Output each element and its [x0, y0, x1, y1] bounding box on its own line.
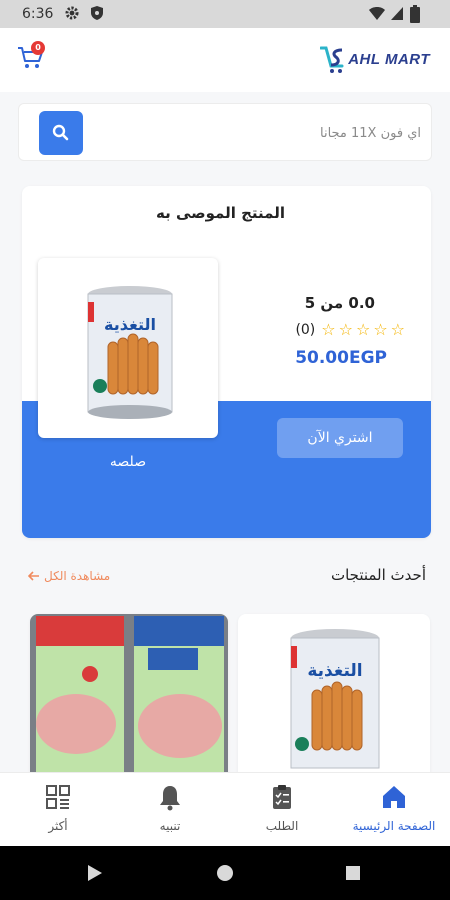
star-empty-icon: ☆ — [338, 320, 353, 339]
home-circle-icon[interactable] — [217, 865, 233, 881]
recents-icon[interactable] — [346, 866, 360, 880]
nav-notifications[interactable]: تنبيه — [114, 773, 226, 847]
buy-now-button[interactable]: اشتري الآن — [277, 418, 403, 458]
status-bar: 6:36 — [0, 0, 450, 28]
back-icon[interactable] — [88, 865, 102, 881]
search-input[interactable] — [101, 118, 421, 148]
star-empty-icon: ☆ — [355, 320, 371, 339]
review-count: (0) — [295, 322, 316, 338]
view-all-link[interactable]: مشاهدة الكل — [28, 569, 110, 583]
recommended-product-image[interactable]: التغذية — [38, 258, 218, 438]
star-empty-icon: ☆ — [390, 320, 405, 339]
arrow-left-icon — [28, 571, 39, 581]
bell-icon — [160, 786, 180, 811]
logo-cart-icon — [320, 46, 344, 73]
system-navigation-bar — [0, 846, 450, 900]
cart-count-badge: 0 — [31, 41, 45, 55]
recommended-product-card[interactable]: المنتج الموصى به التغذية صلصه 0.0 من 5 (… — [22, 186, 431, 538]
wifi-icon — [368, 5, 386, 25]
app-header: 0 AHL MART — [0, 28, 450, 92]
search-icon — [52, 124, 69, 141]
logo-text: AHL MART — [348, 50, 430, 68]
product-image — [30, 614, 228, 784]
canned-sausage-image: التغذية — [87, 286, 173, 419]
svg-text:التغذية: التغذية — [104, 315, 156, 334]
latest-products-title: أحدث المنتجات — [330, 566, 426, 584]
nav-home-label: الصفحة الرئيسية — [352, 819, 436, 833]
bottom-navigation: الصفحة الرئيسية الطلب تنبيه أكثر — [0, 772, 450, 846]
battery-icon — [410, 5, 420, 27]
settings-gear-icon — [64, 5, 80, 25]
nav-more[interactable]: أكثر — [2, 773, 114, 847]
view-all-label: مشاهدة الكل — [44, 569, 111, 583]
nav-orders[interactable]: الطلب — [226, 773, 338, 847]
star-empty-icon: ☆ — [321, 320, 336, 339]
nav-home[interactable]: الصفحة الرئيسية — [338, 773, 450, 847]
signal-icon — [390, 5, 404, 25]
search-bar — [18, 103, 432, 161]
product-price: 50.00EGP — [295, 348, 387, 368]
product-card[interactable]: التغذية — [238, 614, 430, 784]
grid-menu-icon — [46, 785, 70, 809]
rating-text: 0.0 من 5 — [304, 294, 375, 312]
recommended-product-name: صلصه — [109, 454, 147, 470]
nav-orders-label: الطلب — [265, 819, 299, 833]
product-card[interactable] — [30, 614, 228, 784]
recommended-title: المنتج الموصى به — [156, 204, 285, 222]
search-button[interactable] — [39, 111, 83, 155]
status-time: 6:36 — [22, 6, 54, 22]
svg-text:التغذية: التغذية — [307, 661, 362, 681]
nav-more-label: أكثر — [48, 819, 68, 833]
app-logo: AHL MART — [320, 44, 430, 74]
product-image: التغذية — [290, 629, 380, 769]
clipboard-icon — [273, 785, 291, 809]
home-icon — [383, 786, 405, 808]
shield-icon — [90, 5, 104, 25]
nav-notifications-label: تنبيه — [159, 819, 181, 833]
star-empty-icon: ☆ — [373, 320, 388, 339]
rating-stars: (0) ☆ ☆ ☆ ☆ ☆ — [295, 320, 405, 340]
